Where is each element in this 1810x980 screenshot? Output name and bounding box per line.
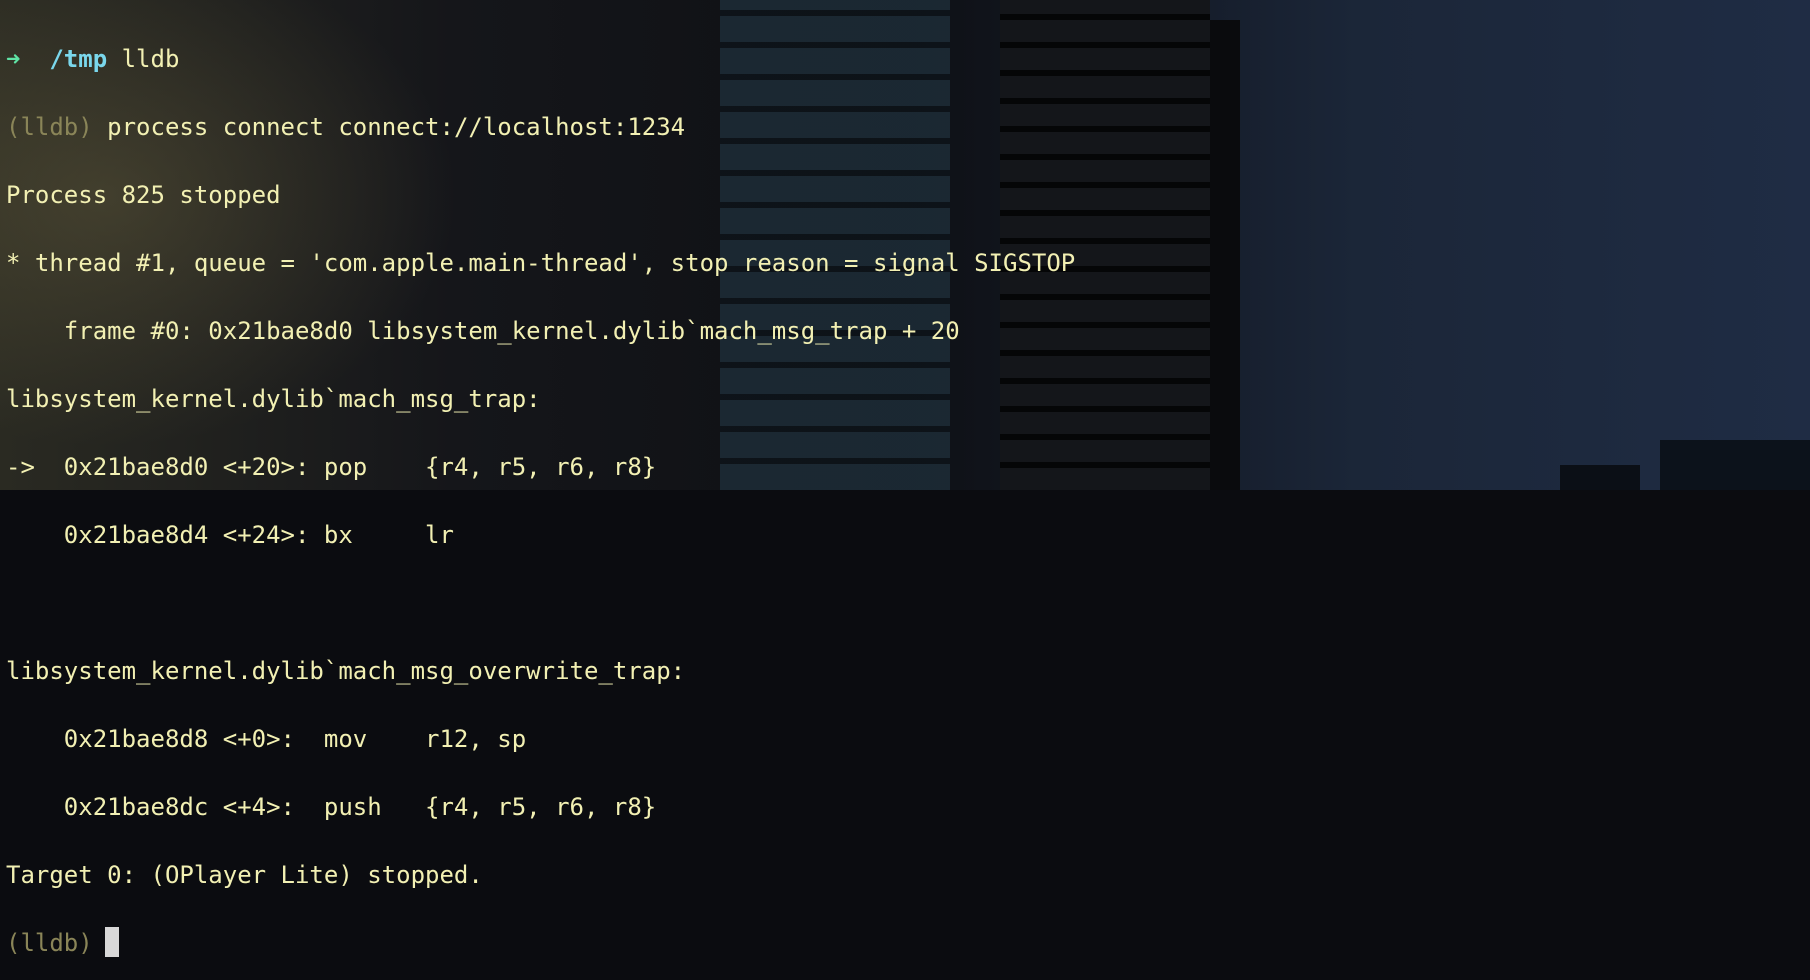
lldb-prompt: (lldb) (6, 929, 93, 957)
output-line: 0x21bae8d4 <+24>: bx lr (6, 521, 454, 549)
prompt-arrow-icon: ➜ (6, 45, 21, 73)
output-line: * thread #1, queue = 'com.apple.main-thr… (6, 249, 1076, 277)
output-line: Process 825 stopped (6, 181, 281, 209)
text-cursor[interactable] (104, 927, 119, 957)
output-line: 0x21bae8dc <+4>: push {r4, r5, r6, r8} (6, 793, 657, 821)
output-line: frame #0: 0x21bae8d0 libsystem_kernel.dy… (6, 317, 960, 345)
output-line: -> 0x21bae8d0 <+20>: pop {r4, r5, r6, r8… (6, 453, 657, 481)
lldb-prompt: (lldb) (6, 113, 93, 141)
terminal-output[interactable]: ➜ /tmp lldb (lldb) process connect conne… (0, 0, 1810, 957)
shell-command: lldb (121, 45, 180, 73)
lldb-command-line: (lldb) process connect connect://localho… (6, 110, 1810, 144)
output-line: Target 0: (OPlayer Lite) stopped. (6, 861, 483, 889)
lldb-command: process connect connect://localhost:1234 (107, 113, 686, 141)
output-line: libsystem_kernel.dylib`mach_msg_trap: (6, 385, 541, 413)
current-directory: /tmp (49, 45, 108, 73)
input-prompt-line[interactable]: (lldb) (6, 926, 1810, 960)
output-line: 0x21bae8d8 <+0>: mov r12, sp (6, 725, 527, 753)
output-line: libsystem_kernel.dylib`mach_msg_overwrit… (6, 657, 686, 685)
shell-prompt-line: ➜ /tmp lldb (6, 42, 1810, 76)
